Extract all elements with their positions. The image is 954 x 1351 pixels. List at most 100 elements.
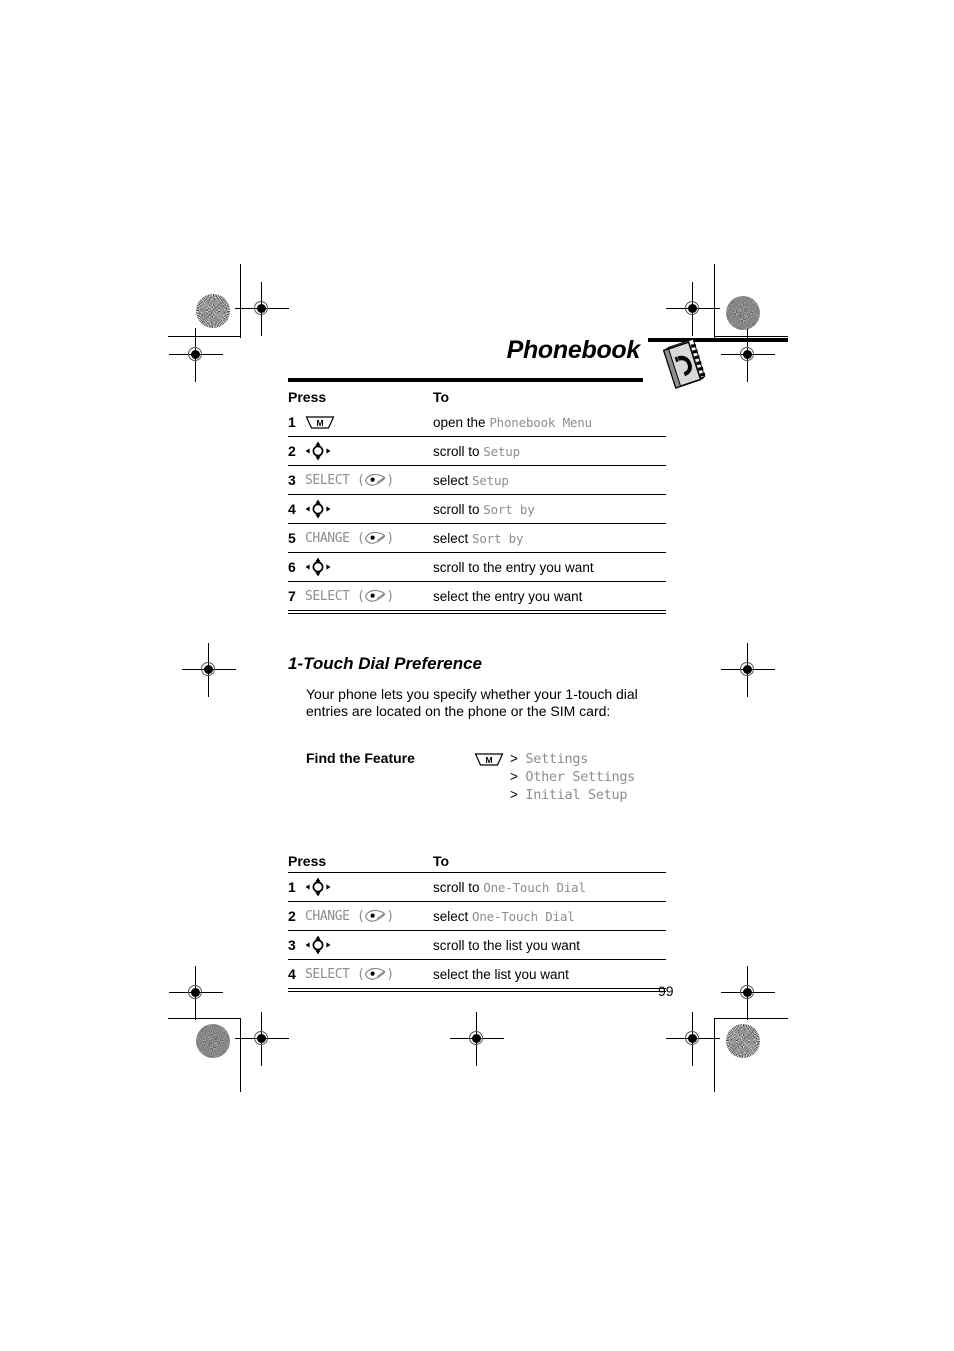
softkey-label: CHANGE <box>305 531 350 546</box>
trim-mark-bottom-left-horizontal <box>168 1018 240 1019</box>
trim-mark-top-left-vertical <box>240 264 241 338</box>
step-key <box>305 552 433 582</box>
table-row: 2 CHANGE ( ) select One-Touch Dial <box>288 901 666 931</box>
step-action: scroll to Setup <box>433 436 666 466</box>
step-key: SELECT ( ) <box>305 581 433 610</box>
trim-mark-bottom-right-vertical <box>714 1018 715 1092</box>
step-action: open the Phonebook Menu <box>433 408 666 437</box>
registration-mark-lower-left-outer <box>169 966 223 1020</box>
softkey-label: SELECT <box>305 967 350 982</box>
trim-mark-top-right-vertical <box>714 264 715 338</box>
table-row: 3 scroll to the list you want <box>288 930 666 960</box>
registration-mark-mid-left <box>182 643 236 697</box>
section-body: Your phone lets you specify whether your… <box>306 686 638 719</box>
trim-mark-top-left-horizontal <box>168 336 240 337</box>
softkey-icon <box>364 589 386 603</box>
table-row: 6 scroll to the entry you want <box>288 552 666 582</box>
menu-path: > Settings > Other Settings > Initial Se… <box>510 750 635 804</box>
softkey-label: SELECT <box>305 589 350 604</box>
moire-target-bottom-right <box>726 1024 760 1058</box>
step-action: scroll to One-Touch Dial <box>433 872 666 902</box>
table-header-row: Press To <box>288 386 666 408</box>
softkey-label: CHANGE <box>305 909 350 924</box>
display-label: One-Touch Dial <box>483 879 586 895</box>
softkey-icon <box>364 531 386 545</box>
column-header-press: Press <box>288 389 327 405</box>
step-action: select Setup <box>433 465 666 495</box>
nav-key-icon <box>305 935 331 955</box>
title-rule <box>288 378 643 382</box>
registration-mark-top-left <box>235 282 289 336</box>
registration-mark-top-right <box>666 282 720 336</box>
registration-mark-bottom-center <box>450 1012 504 1066</box>
display-label: Phonebook Menu <box>489 414 592 430</box>
display-label: Sort by <box>483 501 535 517</box>
section-heading: 1-Touch Dial Preference <box>288 654 482 673</box>
step-key <box>305 494 433 524</box>
step-number: 7 <box>288 581 305 610</box>
column-header-to: To <box>433 853 450 869</box>
svg-text:M: M <box>316 418 323 428</box>
moire-target-top-right <box>726 296 760 330</box>
step-number: 1 <box>288 414 296 430</box>
action-text: select <box>433 472 473 488</box>
step-key: M <box>305 408 433 437</box>
action-text: open the <box>433 414 490 430</box>
step-key: CHANGE ( ) <box>305 901 433 931</box>
registration-mark-upper-right-outer <box>721 328 775 382</box>
action-text: scroll to <box>433 501 484 517</box>
table-header-row: Press To <box>288 850 666 873</box>
step-key: SELECT ( ) <box>305 465 433 495</box>
table-row: 1 scroll to One-Touch Dial <box>288 872 666 902</box>
step-number: 6 <box>288 552 305 582</box>
path-label: Other Settings <box>525 769 636 785</box>
nav-key-icon <box>305 441 331 461</box>
column-header-press: Press <box>288 853 327 869</box>
step-action: select the entry you want <box>433 581 666 610</box>
display-label: One-Touch Dial <box>472 908 575 924</box>
svg-text:M: M <box>485 755 492 765</box>
table-row: 4 SELECT ( ) select the list you want <box>288 959 666 988</box>
step-number: 1 <box>288 872 305 902</box>
step-action: scroll to the list you want <box>433 930 666 960</box>
page-title: Phonebook <box>506 336 641 364</box>
step-key <box>305 872 433 902</box>
path-separator: > <box>510 787 518 802</box>
trim-mark-bottom-right-horizontal <box>714 1018 788 1019</box>
step-key <box>305 930 433 960</box>
table-row: 1 M open the Phonebook Menu <box>288 408 666 437</box>
nav-key-icon <box>305 557 331 577</box>
display-label: Sort by <box>472 530 524 546</box>
action-text: select <box>433 530 473 546</box>
find-the-feature-label: Find the Feature <box>306 750 415 766</box>
step-action: scroll to Sort by <box>433 494 666 524</box>
chapter-header: Phonebook <box>288 336 706 389</box>
step-number: 2 <box>288 436 305 466</box>
menu-key-icon: M <box>305 415 335 430</box>
nav-key-icon <box>305 499 331 519</box>
action-text: scroll to <box>433 879 484 895</box>
step-number: 2 <box>288 901 305 931</box>
registration-mark-mid-right <box>721 643 775 697</box>
registration-mark-bottom-left <box>235 1012 289 1066</box>
menu-path-item: > Other Settings <box>510 768 635 786</box>
menu-path-item: > Initial Setup <box>510 786 635 804</box>
column-header-to: To <box>433 389 450 405</box>
table-bottom-rule <box>288 610 666 614</box>
menu-path-item: > Settings <box>510 750 635 768</box>
action-text: scroll to <box>433 443 484 459</box>
steps-table-one-touch-dial: Press To 1 scroll to One-Touch Dial 2 CH… <box>288 850 666 988</box>
registration-mark-upper-left-outer <box>169 328 223 382</box>
step-number: 3 <box>288 930 305 960</box>
step-key: CHANGE ( ) <box>305 523 433 553</box>
step-number: 4 <box>288 494 305 524</box>
softkey-icon <box>364 967 386 981</box>
step-number: 3 <box>288 465 305 495</box>
path-label: Initial Setup <box>525 787 628 803</box>
phonebook-book-icon <box>656 338 708 390</box>
path-label: Settings <box>525 751 589 767</box>
display-label: Setup <box>472 472 509 488</box>
step-action: scroll to the entry you want <box>433 552 666 582</box>
step-key: SELECT ( ) <box>305 959 433 988</box>
softkey-icon <box>364 473 386 487</box>
